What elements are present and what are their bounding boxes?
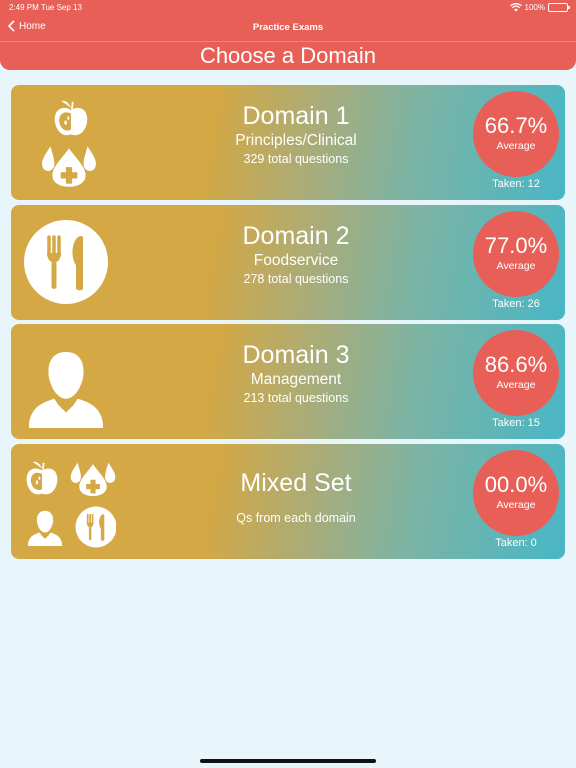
fork-knife-icon	[23, 219, 109, 305]
score-label: Average	[496, 379, 536, 391]
mixed-domains-icon	[25, 460, 116, 548]
score-circle: 86.6% Average	[473, 330, 559, 416]
battery-percent: 100%	[524, 3, 545, 12]
card-text: Mixed Set Qs from each domain	[171, 468, 421, 526]
score-value: 00.0%	[484, 472, 548, 497]
wifi-icon	[509, 3, 522, 12]
card-subtitle: Management	[250, 371, 342, 388]
domain-card-3[interactable]: Domain 3 Management 213 total questions …	[11, 324, 565, 439]
domain-card-1[interactable]: Domain 1 Principles/Clinical 329 total q…	[11, 85, 565, 200]
taken-count: Taken: 26	[492, 298, 540, 310]
card-text: Domain 1 Principles/Clinical 329 total q…	[171, 101, 421, 167]
card-title: Mixed Set	[240, 469, 352, 497]
card-text: Domain 3 Management 213 total questions	[171, 340, 421, 406]
card-question-count: 213 total questions	[243, 391, 349, 405]
home-indicator[interactable]	[200, 759, 376, 763]
apple-and-drops-icon	[42, 99, 96, 187]
nav-bar: Home Practice Exams	[0, 20, 576, 36]
header-bar: 2:49 PM Tue Sep 13 100% Home Practice Ex…	[0, 0, 576, 70]
score-circle: 77.0% Average	[473, 211, 559, 297]
score-value: 66.7%	[484, 113, 548, 138]
battery-icon	[548, 3, 570, 12]
card-question-count: 278 total questions	[243, 272, 349, 286]
card-title: Domain 1	[242, 102, 350, 130]
score-label: Average	[496, 499, 536, 511]
status-right: 100%	[509, 3, 570, 12]
taken-count: Taken: 12	[492, 178, 540, 190]
nav-title: Practice Exams	[252, 22, 324, 33]
mixed-set-card[interactable]: Mixed Set Qs from each domain 00.0% Aver…	[11, 444, 565, 559]
score-value: 77.0%	[484, 233, 548, 258]
taken-count: Taken: 15	[492, 417, 540, 429]
score-label: Average	[496, 260, 536, 272]
status-bar: 2:49 PM Tue Sep 13 100%	[0, 3, 576, 15]
card-question-count: Qs from each domain	[236, 511, 356, 525]
card-title: Domain 3	[242, 341, 350, 369]
page-title: Choose a Domain	[199, 43, 377, 68]
score-label: Average	[496, 140, 536, 152]
card-subtitle: Foodservice	[253, 252, 339, 269]
header-divider	[0, 41, 576, 42]
card-title: Domain 2	[242, 222, 350, 250]
score-circle: 00.0% Average	[473, 450, 559, 536]
status-time-date: 2:49 PM Tue Sep 13	[9, 3, 82, 12]
card-text: Domain 2 Foodservice 278 total questions	[171, 221, 421, 287]
card-subtitle: Principles/Clinical	[235, 132, 357, 149]
domain-card-2[interactable]: Domain 2 Foodservice 278 total questions…	[11, 205, 565, 320]
card-question-count: 329 total questions	[243, 152, 349, 166]
score-circle: 66.7% Average	[473, 91, 559, 177]
taken-count: Taken: 0	[495, 537, 537, 549]
score-value: 86.6%	[484, 352, 548, 377]
person-icon	[28, 351, 104, 428]
